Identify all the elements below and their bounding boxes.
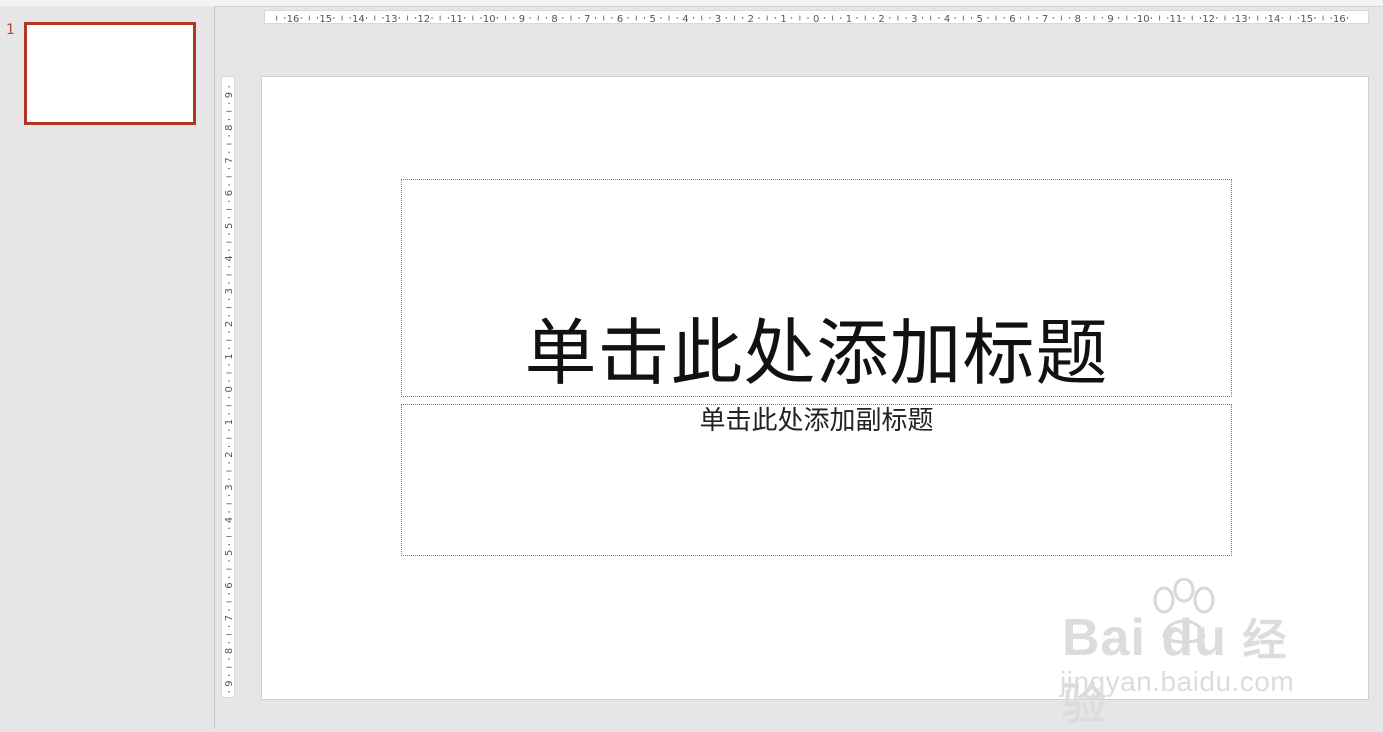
ruler-h-label: 9 xyxy=(1107,14,1113,25)
ruler-h-label: 6 xyxy=(1009,14,1015,25)
ruler-v-label: 7 xyxy=(224,157,235,163)
ruler-h-label: 6 xyxy=(617,14,623,25)
ruler-v-label: 3 xyxy=(224,288,235,294)
ruler-h-label: 7 xyxy=(1042,14,1048,25)
ruler-h-label: 2 xyxy=(748,14,754,25)
ruler-h-label: 16 xyxy=(1333,14,1346,25)
ruler-v-label: 2 xyxy=(224,452,235,458)
ruler-v-label: 6 xyxy=(224,190,235,196)
ruler-h-label: 3 xyxy=(715,14,721,25)
ruler-h-label: 1 xyxy=(846,14,852,25)
ruler-h-label: 11 xyxy=(1170,14,1183,25)
ruler-v-label: 5 xyxy=(224,223,235,229)
ruler-h-label: 2 xyxy=(878,14,884,25)
ruler-h-label: 3 xyxy=(911,14,917,25)
ruler-h-label: 15 xyxy=(319,14,332,25)
ruler-h-label: 4 xyxy=(682,14,688,25)
vertical-ruler-scale: 9 8 7 6 5 4 3 2 1 0 1 2 3 4 5 6 7 8 9 xyxy=(224,86,235,693)
ruler-v-label: 3 xyxy=(224,484,235,490)
ruler-h-label: 0 xyxy=(813,14,819,25)
ruler-h-label: 10 xyxy=(1137,14,1150,25)
ruler-v-label: 8 xyxy=(224,125,235,131)
slide-thumbnail-1[interactable] xyxy=(24,22,196,125)
subtitle-placeholder[interactable]: 单击此处添加副标题 xyxy=(401,404,1232,556)
slide-thumbnail-pane[interactable]: 1 xyxy=(0,6,215,729)
ruler-v-label: 4 xyxy=(224,517,235,523)
ruler-v-label: 1 xyxy=(224,353,235,359)
ruler-v-label: 2 xyxy=(224,321,235,327)
ruler-h-label: 16 xyxy=(287,14,300,25)
ruler-v-label: 9 xyxy=(224,680,235,686)
vertical-ruler[interactable]: 9 8 7 6 5 4 3 2 1 0 1 2 3 4 5 6 7 8 9 xyxy=(221,76,235,698)
ruler-h-label: 5 xyxy=(650,14,656,25)
ruler-h-label: 8 xyxy=(1075,14,1081,25)
slide-canvas[interactable]: 单击此处添加标题 单击此处添加副标题 xyxy=(261,76,1369,700)
ruler-v-label: 5 xyxy=(224,550,235,556)
ruler-h-label: 8 xyxy=(551,14,557,25)
ruler-h-label: 15 xyxy=(1300,14,1313,25)
horizontal-ruler[interactable]: 16 15 14 13 12 11 10 9 8 7 6 5 4 3 2 1 0 1 2 3 4 5 6 7 8 9 10 11 12 1… xyxy=(264,10,1369,25)
ruler-h-label: 12 xyxy=(417,14,430,25)
ruler-v-label: 4 xyxy=(224,255,235,261)
ruler-h-label: 13 xyxy=(385,14,398,25)
ruler-v-label: 8 xyxy=(224,648,235,654)
ruler-v-label: 0 xyxy=(224,386,235,392)
ruler-h-label: 4 xyxy=(944,14,950,25)
ruler-h-label: 1 xyxy=(780,14,786,25)
ruler-h-label: 12 xyxy=(1202,14,1215,25)
ruler-h-label: 7 xyxy=(584,14,590,25)
slide-number: 1 xyxy=(6,22,15,38)
ruler-v-label: 6 xyxy=(224,582,235,588)
ruler-h-label: 10 xyxy=(483,14,496,25)
ruler-h-label: 14 xyxy=(1268,14,1281,25)
title-placeholder[interactable]: 单击此处添加标题 xyxy=(401,179,1232,397)
ruler-h-label: 11 xyxy=(450,14,463,25)
ruler-h-label: 9 xyxy=(519,14,525,25)
ruler-v-label: 7 xyxy=(224,615,235,621)
ruler-h-label: 14 xyxy=(352,14,365,25)
ruler-h-label: 13 xyxy=(1235,14,1248,25)
ruler-v-label: 1 xyxy=(224,419,235,425)
ruler-h-label: 5 xyxy=(977,14,983,25)
title-placeholder-text[interactable]: 单击此处添加标题 xyxy=(402,316,1231,392)
ruler-v-label: 9 xyxy=(224,92,235,98)
subtitle-placeholder-text[interactable]: 单击此处添加副标题 xyxy=(402,406,1231,437)
horizontal-ruler-scale: 16 15 14 13 12 11 10 9 8 7 6 5 4 3 2 1 0 1 2 3 4 5 6 7 8 9 10 11 12 1… xyxy=(276,14,1349,25)
